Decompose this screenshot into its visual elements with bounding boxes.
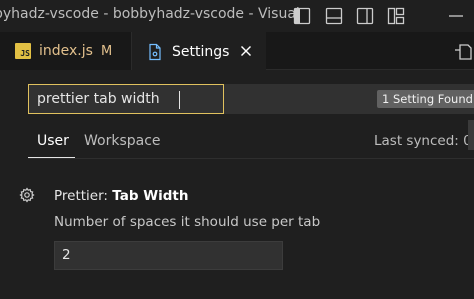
settings-search-bar: prettier tab width 1 Setting Found — [28, 84, 474, 114]
last-synced-label: Last synced: 0 se — [374, 133, 474, 149]
close-icon[interactable] — [238, 43, 254, 59]
title-bar: byhadz-vscode - bobbyhadz-vscode - Visua… — [0, 0, 474, 32]
tab-width-value: 2 — [62, 247, 71, 263]
settings-found-badge: 1 Setting Found — [377, 90, 474, 108]
js-file-icon: JS — [15, 43, 31, 59]
setting-category: Prettier: — [54, 188, 113, 204]
customize-layout-icon[interactable] — [386, 6, 406, 26]
toggle-primary-sidebar-icon[interactable] — [292, 6, 312, 26]
settings-search-input[interactable]: prettier tab width — [28, 84, 224, 114]
editor-tab-bar: JS index.js M Settings — [0, 32, 474, 71]
tab-index-js[interactable]: JS index.js M — [0, 32, 132, 70]
toggle-secondary-sidebar-icon[interactable] — [355, 6, 375, 26]
search-query: prettier tab width — [37, 91, 160, 107]
tab-width-input[interactable]: 2 — [54, 241, 283, 270]
text-caret — [179, 91, 180, 109]
toggle-panel-icon[interactable] — [324, 6, 344, 26]
open-settings-json-icon[interactable] — [452, 42, 474, 62]
minimize-icon[interactable] — [446, 6, 466, 26]
settings-file-icon — [149, 43, 161, 60]
window-title: byhadz-vscode - bobbyhadz-vscode - Visua… — [0, 6, 300, 22]
setting-name: Tab Width — [112, 188, 189, 204]
modified-indicator: M — [100, 43, 113, 59]
setting-title: Prettier: Tab Width — [54, 188, 188, 204]
gear-icon[interactable] — [19, 187, 35, 203]
setting-description: Number of spaces it should use per tab — [54, 214, 321, 230]
settings-scope-tabs: User Workspace Last synced: 0 se — [0, 124, 474, 160]
tab-label: index.js — [39, 43, 93, 59]
scrollbar-thumb[interactable] — [468, 120, 474, 150]
tab-label: Settings — [172, 43, 230, 60]
tab-workspace[interactable]: Workspace — [84, 133, 161, 149]
tab-settings[interactable]: Settings — [132, 32, 266, 71]
divider — [28, 158, 474, 159]
tab-user[interactable]: User — [37, 133, 69, 149]
scrollbar[interactable] — [466, 118, 474, 299]
